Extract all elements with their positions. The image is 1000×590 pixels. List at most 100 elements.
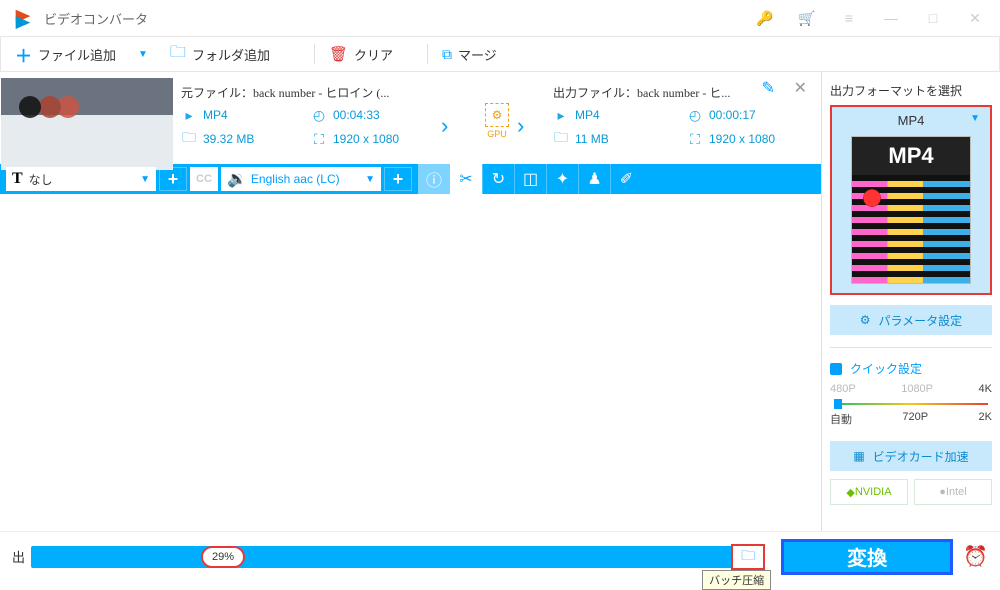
add-folder-label: フォルダ追加 xyxy=(192,45,270,64)
minimize-button[interactable]: — xyxy=(874,4,908,32)
add-file-button[interactable]: ＋ ファイル追加 xyxy=(1,37,130,71)
add-audio-button[interactable]: + xyxy=(384,167,412,191)
file-row[interactable]: 元ファイル：back number - ヒロイン (... ▸ MP4 ◴ 00:0… xyxy=(0,72,821,164)
output-filename: back number - ヒ... xyxy=(637,86,730,100)
subtitle-edit-button[interactable]: ✐ xyxy=(610,164,642,194)
rotate-button[interactable]: ↻ xyxy=(482,164,514,194)
add-file-label: ファイル追加 xyxy=(38,45,116,64)
res-480p[interactable]: 480P xyxy=(830,383,856,395)
add-file-dropdown[interactable]: ▼ xyxy=(130,49,156,60)
res-2k[interactable]: 2K xyxy=(979,411,992,427)
chevron-down-icon: ▼ xyxy=(970,113,980,124)
bottom-bar: 出 29% 🗀 バッチ圧縮 変換 ⏰ xyxy=(0,531,1000,581)
format-icon: ▸ xyxy=(181,107,197,123)
output-format-panel: 出力フォーマットを選択 MP4 ▼ MP4 ⚙パラメータ設定 クイック設定 480… xyxy=(822,72,1000,531)
menu-icon[interactable]: ≡ xyxy=(832,4,866,32)
source-file-column: 元ファイル：back number - ヒロイン (... ▸ MP4 ◴ 00:0… xyxy=(181,78,441,164)
source-size: 39.32 MB xyxy=(203,132,254,146)
watermark-button[interactable]: ♟ xyxy=(578,164,610,194)
arrow-divider: › xyxy=(441,78,477,164)
folder-plus-icon: 🗀 xyxy=(170,41,186,68)
resolution-icon: ⛶ xyxy=(687,131,703,147)
video-thumbnail[interactable] xyxy=(1,78,173,170)
chip-icon: ▦ xyxy=(853,449,864,463)
clear-button[interactable]: 🗑クリア xyxy=(315,37,407,71)
format-preview-image: MP4 xyxy=(851,136,971,284)
resolution-icon: ⛶ xyxy=(311,131,327,147)
speaker-icon: 🔉 xyxy=(227,169,247,189)
output-resolution: 1920 x 1080 xyxy=(709,132,775,146)
crop-button[interactable]: ◫ xyxy=(514,164,546,194)
subtitle-text-dropdown[interactable]: Tなし▼ xyxy=(6,167,156,191)
quick-settings-label: クイック設定 xyxy=(830,360,992,377)
plus-icon: ＋ xyxy=(15,42,32,67)
open-output-folder-button[interactable]: 🗀 xyxy=(731,544,765,570)
quick-label-text: クイック設定 xyxy=(850,360,922,377)
merge-button[interactable]: ⧉マージ xyxy=(428,37,511,71)
slider-handle[interactable] xyxy=(834,399,842,409)
cc-label: CC xyxy=(196,173,212,185)
parameter-settings-button[interactable]: ⚙パラメータ設定 xyxy=(830,305,992,335)
file-list-panel: 元ファイル：back number - ヒロイン (... ▸ MP4 ◴ 00:0… xyxy=(0,72,822,531)
res-720p[interactable]: 720P xyxy=(902,411,928,427)
quality-slider[interactable] xyxy=(834,403,988,405)
info-button[interactable]: ⓘ xyxy=(418,164,450,194)
source-resolution: 1920 x 1080 xyxy=(333,132,399,146)
item-action-bar: Tなし▼ + CC 🔉English aac (LC)▼ + ⓘ ✂ ↻ ◫ ✦… xyxy=(0,164,821,194)
remove-file-icon[interactable]: ✕ xyxy=(794,78,807,98)
output-label: 出力ファイル： xyxy=(553,86,637,100)
progress-bar[interactable]: 29% 🗀 バッチ圧縮 xyxy=(31,546,765,568)
source-format: MP4 xyxy=(203,108,228,122)
format-name: MP4 xyxy=(898,113,925,128)
intel-badge[interactable]: ● Intel xyxy=(914,479,992,505)
output-file-column: 出力ファイル：back number - ヒ... ▸ MP4 ◴ 00:00:17… xyxy=(553,78,821,164)
source-label: 元ファイル： xyxy=(181,86,253,100)
chevron-down-icon: ▼ xyxy=(365,174,375,185)
close-window-button[interactable]: ✕ xyxy=(958,4,992,32)
merge-icon: ⧉ xyxy=(442,46,452,63)
output-format: MP4 xyxy=(575,108,600,122)
cart-icon[interactable]: 🛒 xyxy=(790,4,824,32)
output-duration: 00:00:17 xyxy=(709,108,756,122)
titlebar: ビデオコンバータ 🔑 🛒 ≡ — □ ✕ xyxy=(0,0,1000,36)
cc-button[interactable]: CC xyxy=(190,167,218,191)
add-subtitle-button[interactable]: + xyxy=(159,167,187,191)
subtitle-text-value: なし xyxy=(29,171,53,188)
res-1080p[interactable]: 1080P xyxy=(901,383,933,395)
trash-icon: 🗑 xyxy=(329,45,348,63)
clock-icon: ◴ xyxy=(687,107,703,123)
add-folder-button[interactable]: 🗀 フォルダ追加 xyxy=(156,37,284,71)
key-icon[interactable]: 🔑 xyxy=(748,4,782,32)
size-icon: 🗀 xyxy=(553,131,569,147)
sliders-icon: ⚙ xyxy=(860,313,871,327)
res-4k[interactable]: 4K xyxy=(979,383,992,395)
audio-track-dropdown[interactable]: 🔉English aac (LC)▼ xyxy=(221,167,381,191)
edit-output-icon[interactable]: ✎ xyxy=(762,78,775,98)
trim-button[interactable]: ✂ xyxy=(450,164,482,194)
source-filename: back number - ヒロイン (... xyxy=(253,86,389,100)
progress-area: 29% 🗀 バッチ圧縮 xyxy=(31,546,765,568)
nvidia-label: NVIDIA xyxy=(855,486,892,498)
maximize-button[interactable]: □ xyxy=(916,4,950,32)
effects-button[interactable]: ✦ xyxy=(546,164,578,194)
source-duration: 00:04:33 xyxy=(333,108,380,122)
nvidia-badge[interactable]: ◆ NVIDIA xyxy=(830,479,908,505)
app-title: ビデオコンバータ xyxy=(44,9,748,28)
format-badge: MP4 xyxy=(852,137,970,175)
format-selector[interactable]: MP4 ▼ MP4 xyxy=(830,105,992,295)
gpu-accel-button[interactable]: ▦ビデオカード加速 xyxy=(830,441,992,471)
app-logo-icon xyxy=(12,7,34,29)
schedule-icon[interactable]: ⏰ xyxy=(963,544,988,569)
convert-label: 変換 xyxy=(847,542,887,571)
format-icon: ▸ xyxy=(553,107,569,123)
gpu-indicator: GPU xyxy=(477,78,517,164)
res-auto[interactable]: 自動 xyxy=(830,411,852,427)
convert-button[interactable]: 変換 xyxy=(781,539,953,575)
batch-compress-tooltip: バッチ圧縮 xyxy=(702,570,771,590)
progress-percent: 29% xyxy=(212,551,234,563)
chevron-down-icon: ▼ xyxy=(140,174,150,185)
clock-icon: ◴ xyxy=(311,107,327,123)
arrow-divider-2: › xyxy=(517,78,553,164)
output-format-header: 出力フォーマットを選択 xyxy=(830,82,992,99)
size-icon: 🗀 xyxy=(181,131,197,147)
